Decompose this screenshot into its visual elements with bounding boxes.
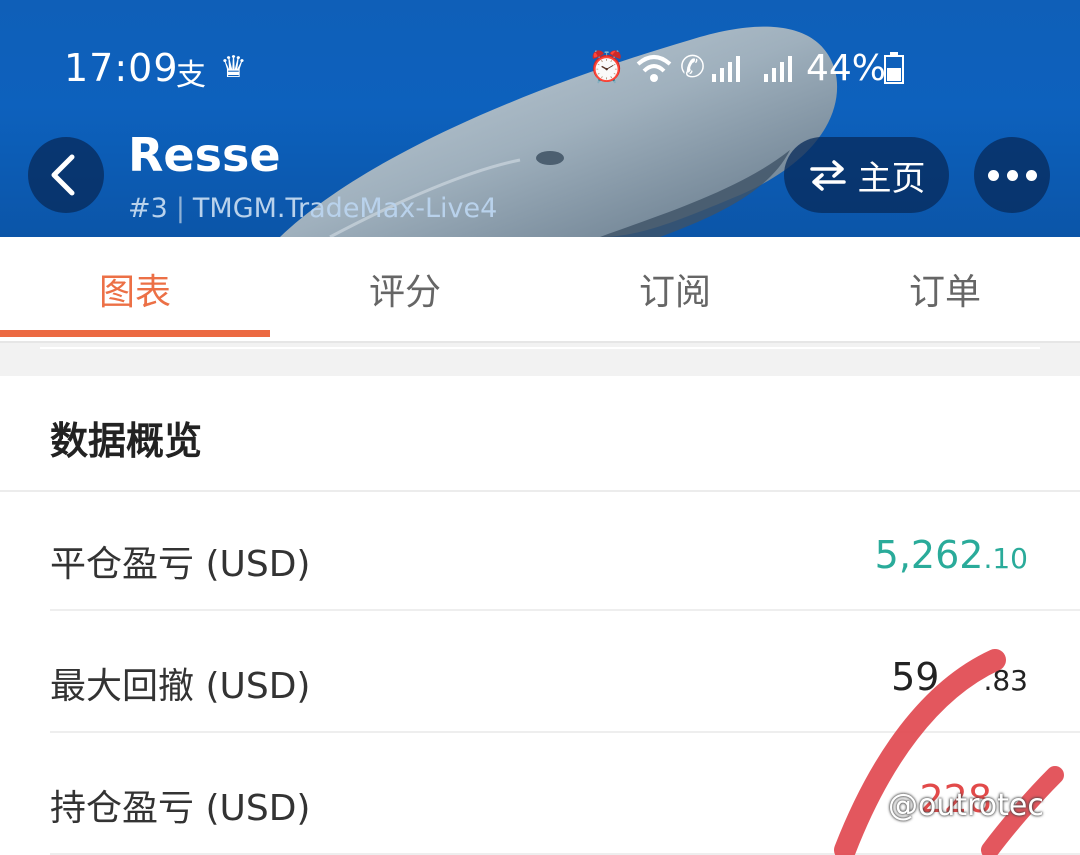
battery-icon: [884, 52, 904, 84]
wifi-icon: [636, 55, 672, 82]
status-bar: 17:09 支 ♛ ⏰ ✆ 44%: [0, 0, 1080, 120]
account-name: Resse: [128, 128, 281, 182]
closed-pnl-value: 5,262.10: [874, 533, 1028, 577]
app-icon: ♛: [220, 50, 247, 85]
max-drawdown-value: 59.83: [891, 655, 1028, 699]
home-button-label: 主页: [857, 158, 926, 199]
tab-rating[interactable]: 评分: [270, 237, 540, 341]
battery-percent: 44%: [806, 48, 887, 89]
tab-bar: 图表 评分 订阅 订单: [0, 237, 1080, 343]
more-dots-icon: [987, 169, 999, 181]
home-button[interactable]: 主页: [784, 137, 949, 213]
divider: [0, 490, 1080, 492]
status-time: 17:09: [64, 46, 179, 90]
tab-subscribe[interactable]: 订阅: [540, 237, 810, 341]
active-tab-indicator: [0, 330, 270, 337]
overview-title: 数据概览: [50, 419, 203, 463]
more-options-button[interactable]: [974, 137, 1050, 213]
account-header: 17:09 支 ♛ ⏰ ✆ 44% Resse #3 | TMGM.TradeM…: [0, 0, 1080, 237]
account-server: TMGM.TradeMax-Live4: [192, 193, 498, 224]
floating-pnl-label: 持仓盈亏 (USD): [50, 788, 311, 829]
signal-icon: [712, 56, 792, 82]
alarm-icon: ⏰: [588, 50, 626, 85]
row-divider: [50, 609, 1080, 611]
account-subtitle: #3 | TMGM.TradeMax-Live4: [128, 193, 498, 224]
chevron-left-icon: [51, 154, 75, 196]
max-drawdown-label: 最大回撤 (USD): [50, 666, 311, 707]
closed-pnl-label: 平仓盈亏 (USD): [50, 544, 311, 585]
alipay-icon: 支: [176, 58, 206, 93]
call-signal-icon: ✆: [680, 50, 706, 85]
back-button[interactable]: [28, 137, 104, 213]
row-divider: [50, 731, 1080, 733]
section-spacer: [0, 343, 1080, 376]
tab-orders[interactable]: 订单: [810, 237, 1080, 341]
account-rank: #3: [128, 193, 168, 224]
swap-arrows-icon: [809, 160, 846, 191]
watermark-text: @outrotec: [888, 788, 1044, 823]
tab-chart[interactable]: 图表: [0, 237, 270, 341]
